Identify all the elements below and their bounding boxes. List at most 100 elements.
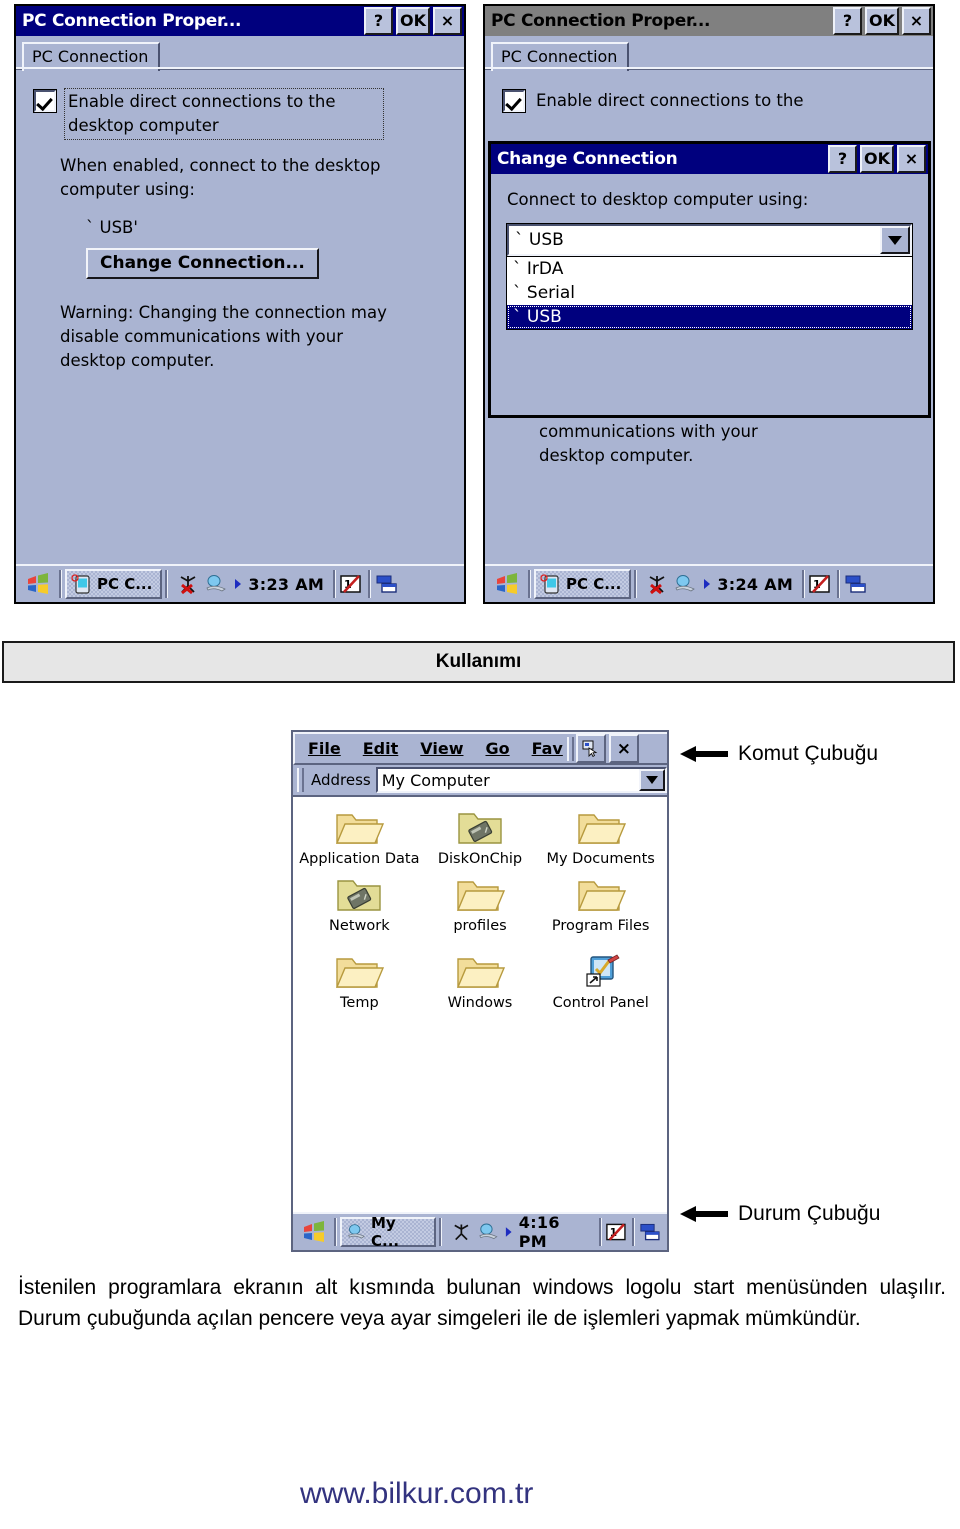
ok-button[interactable]: OK <box>396 7 430 35</box>
list-item[interactable]: Windows <box>420 951 541 1012</box>
list-item[interactable]: profiles <box>420 874 541 935</box>
address-label: Address <box>311 771 371 789</box>
connection-icon <box>206 575 227 592</box>
icon-grid: Application Data DiskOnChip My Documents… <box>299 807 661 1012</box>
start-button[interactable] <box>20 569 56 599</box>
start-button[interactable] <box>489 569 525 599</box>
address-field[interactable]: My Computer <box>375 767 667 793</box>
taskbar-separator-2 <box>165 570 169 598</box>
pointer-tool-icon[interactable] <box>575 734 606 763</box>
chevron-down-icon[interactable] <box>880 226 910 254</box>
item-label: Network <box>329 918 390 934</box>
desktop-windows-icon[interactable] <box>374 573 400 595</box>
menu-edit[interactable]: Edit <box>352 739 410 758</box>
enable-direct-connections-row[interactable]: Enable direct connections to the desktop… <box>16 80 464 140</box>
connection-icon <box>479 1223 498 1240</box>
enable-direct-connections-checkbox[interactable] <box>33 89 57 113</box>
help-button[interactable]: ? <box>364 7 393 35</box>
arrow-left-icon <box>680 746 728 762</box>
list-item[interactable]: Control Panel <box>540 951 661 1012</box>
tray-expand-icon <box>704 579 711 589</box>
folder-icon <box>336 958 385 988</box>
file-list-pane[interactable]: Application Data DiskOnChip My Documents… <box>295 801 665 1210</box>
menu-favorites[interactable]: Fav <box>521 739 565 758</box>
enable-direct-connections-row[interactable]: Enable direct connections to the <box>485 80 933 114</box>
callout-label: Komut Çubuğu <box>738 742 879 765</box>
control-panel-shortcut-icon <box>586 954 620 987</box>
close-button[interactable]: × <box>897 145 926 173</box>
when-enabled-text: When enabled, connect to the desktop com… <box>60 156 381 199</box>
taskbar-separator-4 <box>368 570 372 598</box>
close-button[interactable]: × <box>433 7 462 35</box>
item-label: Temp <box>340 995 379 1011</box>
change-connection-button[interactable]: Change Connection... <box>86 248 319 279</box>
list-item[interactable]: DiskOnChip <box>420 807 541 868</box>
item-label: Windows <box>447 995 513 1011</box>
desktop-windows-icon[interactable] <box>638 1221 663 1243</box>
input-panel-icon[interactable]: 1 <box>808 573 834 595</box>
item-label: profiles <box>453 918 507 934</box>
help-button[interactable]: ? <box>828 145 857 173</box>
address-chevron-down-icon[interactable] <box>639 769 665 791</box>
taskbar-separator <box>59 570 62 598</box>
taskbar-item-pc-connection[interactable]: PC C... <box>65 569 163 599</box>
taskbar-separator-3 <box>333 570 337 598</box>
toolbar-grip[interactable] <box>566 736 574 761</box>
menu-view-label: View <box>420 739 464 758</box>
folder-icon <box>456 881 506 911</box>
connection-type-dropdown-list[interactable]: ` IrDA ` Serial ` USB <box>506 256 913 330</box>
list-item[interactable]: Temp <box>299 951 420 1012</box>
list-item[interactable]: Application Data <box>299 807 420 868</box>
close-button[interactable]: × <box>608 734 639 763</box>
windows-logo-icon <box>304 1221 325 1242</box>
taskbar-item-label: My C... <box>371 1214 400 1250</box>
enable-direct-connections-checkbox[interactable] <box>502 89 526 113</box>
close-button[interactable]: × <box>902 7 931 35</box>
taskbar-item-pc-connection[interactable]: PC C... <box>534 569 632 599</box>
clock[interactable]: 4:16 PM <box>519 1213 590 1250</box>
menu-go[interactable]: Go <box>474 739 520 758</box>
dropdown-option-irda[interactable]: ` IrDA <box>507 257 912 281</box>
taskbar-separator <box>528 570 531 598</box>
tabstrip-right: PC Connection <box>485 36 933 71</box>
taskbar-left: PC C... 3:23 AM 1 <box>16 564 464 602</box>
network-icon <box>454 1224 469 1241</box>
clock[interactable]: 3:24 AM <box>717 575 793 594</box>
ok-button[interactable]: OK <box>865 7 899 35</box>
help-button[interactable]: ? <box>833 7 862 35</box>
titlebar-left: PC Connection Proper... ? OK × <box>16 6 464 36</box>
dialog-title: Change Connection <box>497 149 678 169</box>
list-item[interactable]: Program Files <box>540 874 661 935</box>
enable-direct-connections-label: Enable direct connections to the <box>536 91 804 110</box>
footer-url: www.bilkur.com.tr <box>300 1477 534 1510</box>
input-panel-icon[interactable]: 1 <box>339 573 365 595</box>
menu-file[interactable]: File <box>297 739 352 758</box>
taskbar-item-my-computer[interactable]: My C... <box>340 1214 436 1250</box>
clock[interactable]: 3:23 AM <box>248 575 324 594</box>
windows-logo-icon <box>497 573 517 594</box>
desktop-windows-icon[interactable] <box>843 573 869 595</box>
input-panel-icon[interactable]: 1 <box>605 1221 630 1243</box>
taskbar-separator-4 <box>632 1218 636 1246</box>
menu-edit-label: Edit <box>362 739 399 758</box>
address-grip[interactable] <box>297 768 304 792</box>
tray-expand-icon <box>235 579 242 589</box>
tabstrip-left: PC Connection <box>16 36 464 71</box>
dropdown-option-usb[interactable]: ` USB <box>507 305 912 329</box>
taskbar-item-label: PC C... <box>97 575 153 593</box>
menu-view[interactable]: View <box>409 739 474 758</box>
list-item[interactable]: My Documents <box>540 807 661 868</box>
system-tray-right: 3:24 AM <box>640 573 799 595</box>
dropdown-option-serial[interactable]: ` Serial <box>507 281 912 305</box>
taskbar-separator-3 <box>598 1218 602 1246</box>
item-label: DiskOnChip <box>437 851 523 867</box>
arrow-left-icon <box>680 1206 728 1222</box>
titlebar-right: PC Connection Proper... ? OK × <box>485 6 933 36</box>
start-button[interactable] <box>297 1217 331 1247</box>
ok-button[interactable]: OK <box>860 145 894 173</box>
list-item[interactable]: Network <box>299 874 420 935</box>
connection-icon <box>675 575 696 592</box>
taskbar-separator-2 <box>438 1218 442 1246</box>
pc-connection-icon <box>540 574 559 594</box>
connection-type-combo[interactable]: ` USB <box>506 223 913 257</box>
